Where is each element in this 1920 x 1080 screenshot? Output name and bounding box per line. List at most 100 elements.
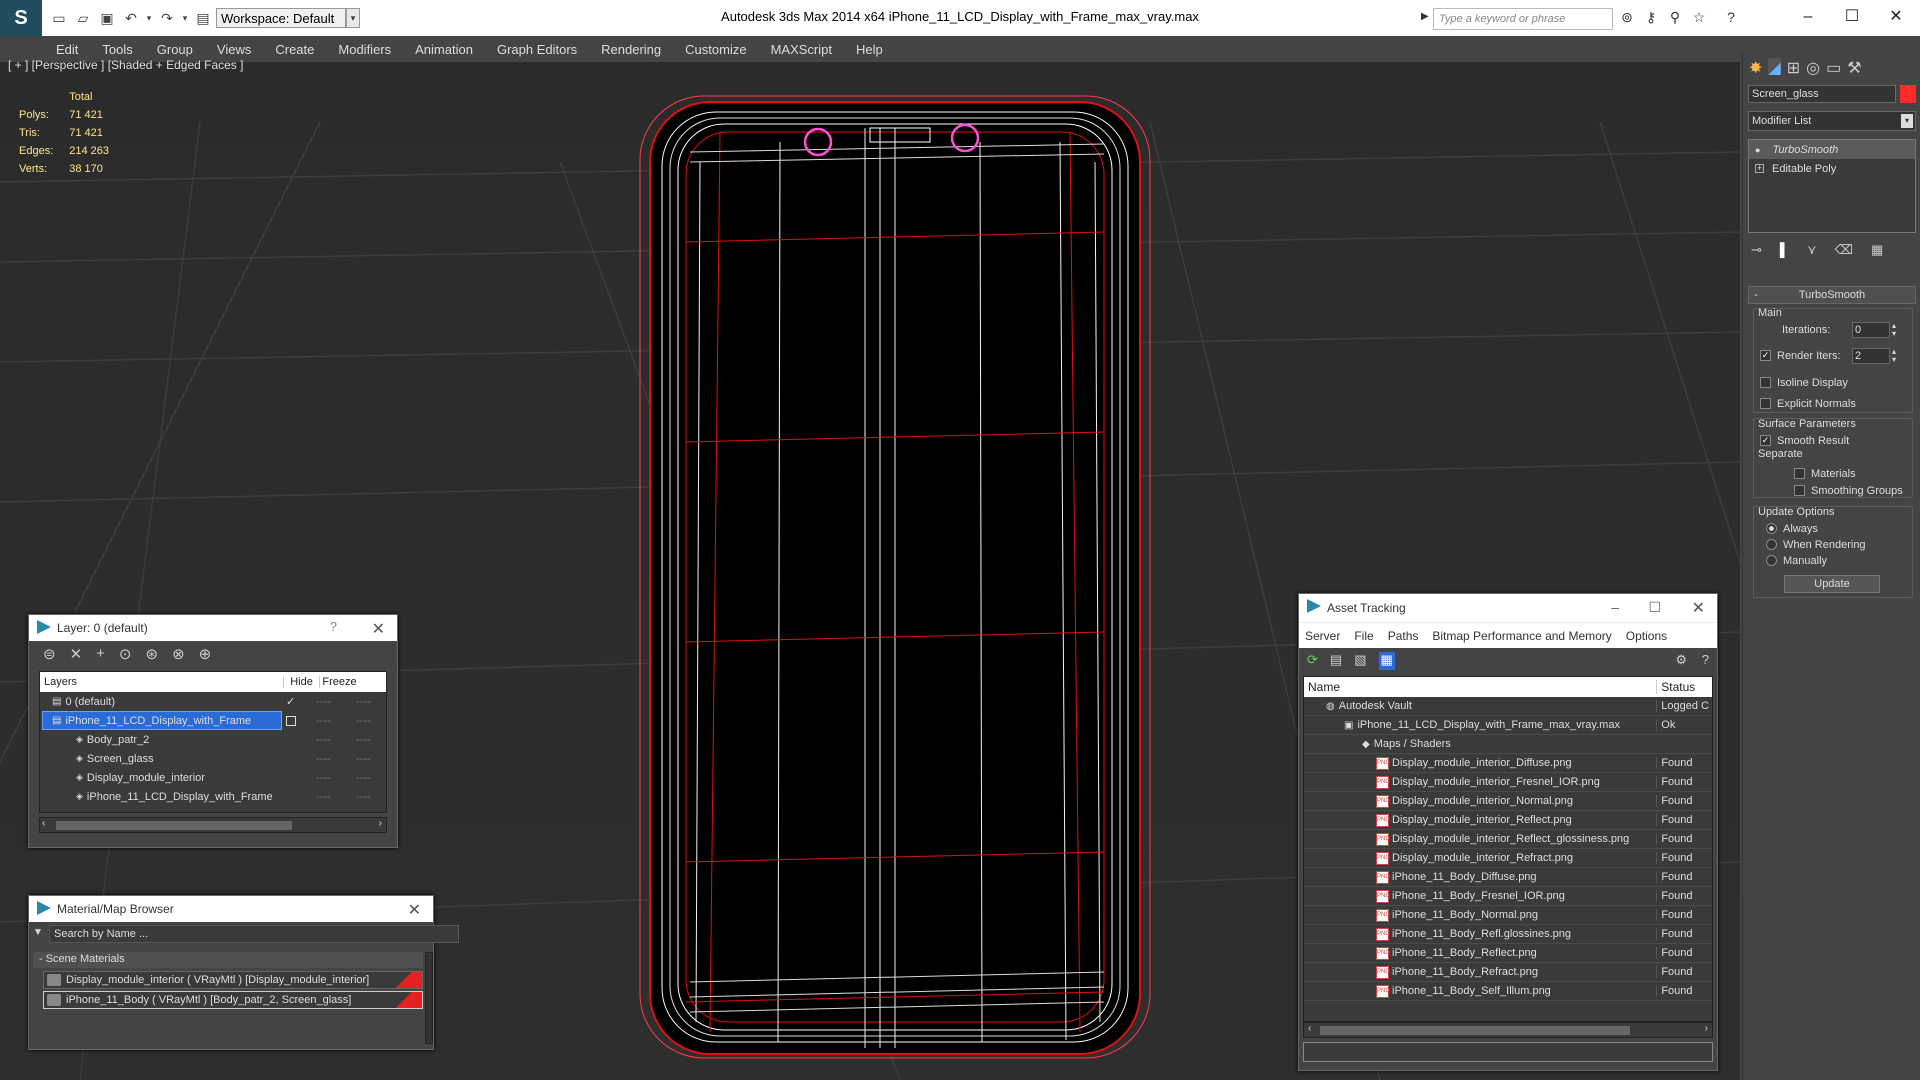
asset-row[interactable]: PNG Display_module_interior_Reflect.png Fo…: [1304, 811, 1712, 830]
remove-modifier-icon[interactable]: ⌫: [1835, 242, 1853, 258]
scroll-right-icon[interactable]: ›: [379, 818, 382, 829]
status-column-header[interactable]: Status: [1656, 680, 1712, 694]
pin-stack-icon[interactable]: ⊸: [1751, 242, 1762, 258]
search-input[interactable]: Type a keyword or phrase: [1433, 8, 1613, 30]
spinner-arrows-icon[interactable]: ▴ ▾: [1892, 322, 1896, 338]
utilities-tab-icon[interactable]: ⚒: [1847, 58, 1861, 77]
open-file-icon[interactable]: ▱: [72, 7, 94, 29]
object-name-field[interactable]: Screen_glass: [1748, 85, 1896, 103]
asset-row[interactable]: PNG Display_module_interior_Reflect_gloss…: [1304, 830, 1712, 849]
smoothing-groups-row[interactable]: Smoothing Groups: [1794, 481, 1903, 500]
hide-toggle[interactable]: ----: [316, 734, 331, 746]
object-row[interactable]: ◈ Display_module_interior ---- ----: [40, 768, 386, 787]
lightbulb-icon[interactable]: ●: [1755, 145, 1760, 155]
maximize-button[interactable]: ☐: [1648, 599, 1661, 616]
freeze-toggle[interactable]: ----: [356, 734, 371, 746]
help-icon[interactable]: ?: [330, 619, 337, 634]
thumbnail-view-icon[interactable]: ▧: [1354, 652, 1366, 670]
binoculars-icon[interactable]: ⊚: [1618, 9, 1636, 27]
menu-group[interactable]: Group: [157, 42, 193, 57]
always-radio[interactable]: [1766, 523, 1777, 534]
freeze-toggle[interactable]: ----: [356, 715, 371, 727]
spinner-arrows-icon[interactable]: ▴ ▾: [1892, 348, 1896, 364]
iterations-spinner[interactable]: 0: [1852, 322, 1890, 338]
menu-customize[interactable]: Customize: [685, 42, 746, 57]
undo-dropdown-icon[interactable]: ▾: [144, 7, 154, 29]
layers-column-header[interactable]: Layers: [40, 676, 283, 688]
asset-row[interactable]: ◍ Autodesk Vault Logged C: [1304, 697, 1712, 716]
scroll-right-icon[interactable]: ›: [1705, 1023, 1708, 1034]
hierarchy-tab-icon[interactable]: ⊞: [1787, 58, 1800, 77]
menu-options[interactable]: Options: [1626, 629, 1667, 643]
hide-toggle[interactable]: ----: [316, 772, 331, 784]
modifier-list-dropdown[interactable]: Modifier List ▾: [1748, 111, 1916, 131]
asset-row[interactable]: PNG iPhone_11_Body_Diffuse.png Found: [1304, 868, 1712, 887]
material-item[interactable]: iPhone_11_Body ( VRayMtl ) [Body_patr_2,…: [43, 991, 423, 1009]
turbosmooth-rollout-header[interactable]: - TurboSmooth: [1748, 286, 1916, 304]
star-icon[interactable]: ☆: [1690, 9, 1708, 27]
asset-row[interactable]: PNG iPhone_11_Body_Normal.png Found: [1304, 906, 1712, 925]
object-row[interactable]: ◈ iPhone_11_LCD_Display_with_Frame ---- ---…: [40, 787, 386, 806]
menu-help[interactable]: Help: [856, 42, 883, 57]
menu-rendering[interactable]: Rendering: [601, 42, 661, 57]
scrollbar-thumb[interactable]: [56, 821, 292, 830]
redo-icon[interactable]: ↷: [156, 7, 178, 29]
motion-tab-icon[interactable]: ◎: [1806, 58, 1820, 77]
material-item[interactable]: Display_module_interior ( VRayMtl ) [Dis…: [43, 971, 423, 989]
app-menu-button[interactable]: S: [0, 0, 42, 36]
list-view-icon[interactable]: ▤: [1330, 652, 1342, 670]
material-search-input[interactable]: Search by Name ...: [49, 925, 459, 943]
asset-row[interactable]: PNG iPhone_11_Body_Reflect.png Found: [1304, 944, 1712, 963]
vertical-scrollbar[interactable]: [425, 952, 433, 1044]
explicit-normals-row[interactable]: Explicit Normals: [1760, 394, 1856, 413]
satellite-icon[interactable]: ⚲: [1666, 9, 1684, 27]
menu-server[interactable]: Server: [1305, 629, 1340, 643]
save-icon[interactable]: ▣: [96, 7, 118, 29]
modify-tab-icon[interactable]: ◢: [1768, 58, 1781, 77]
menu-create[interactable]: Create: [275, 42, 314, 57]
menu-maxscript[interactable]: MAXScript: [771, 42, 832, 57]
freeze-toggle[interactable]: ----: [356, 791, 371, 803]
minimize-button[interactable]: –: [1788, 4, 1828, 30]
material-browser-titlebar[interactable]: Material/Map Browser ✕: [29, 896, 433, 922]
vault-login-icon[interactable]: ⚙: [1675, 652, 1687, 668]
new-file-icon[interactable]: ▭: [48, 7, 70, 29]
render-iters-spinner[interactable]: 2: [1852, 348, 1890, 364]
render-iters-checkbox[interactable]: ✓: [1760, 350, 1771, 361]
menu-bitmap-performance[interactable]: Bitmap Performance and Memory: [1432, 629, 1611, 643]
manually-row[interactable]: Manually: [1766, 551, 1827, 570]
horizontal-scrollbar[interactable]: ‹ ›: [1303, 1022, 1713, 1038]
project-folder-icon[interactable]: ▤: [192, 7, 214, 29]
select-objects-icon[interactable]: ⊙: [119, 645, 132, 665]
delete-layer-icon[interactable]: ✕: [70, 645, 83, 665]
freeze-all-icon[interactable]: ⊕: [199, 645, 212, 665]
viewport-label[interactable]: [ + ] [Perspective ] [Shaded + Edged Fac…: [8, 58, 243, 72]
make-unique-icon[interactable]: ⋎: [1807, 242, 1817, 258]
menu-modifiers[interactable]: Modifiers: [338, 42, 391, 57]
smoothing-groups-checkbox[interactable]: [1794, 485, 1805, 496]
asset-row[interactable]: PNG Display_module_interior_Refract.png Fo…: [1304, 849, 1712, 868]
asset-row[interactable]: PNG Display_module_interior_Fresnel_IOR.p…: [1304, 773, 1712, 792]
isoline-display-checkbox[interactable]: [1760, 377, 1771, 388]
name-column-header[interactable]: Name: [1304, 680, 1656, 694]
chevron-down-icon[interactable]: ▾: [346, 8, 360, 28]
layer-row[interactable]: ▤ 0 (default) ✓ ---- ----: [40, 692, 386, 711]
scrollbar-thumb[interactable]: [1320, 1026, 1630, 1035]
help-icon[interactable]: ?: [1702, 652, 1709, 667]
show-end-result-icon[interactable]: ▌: [1780, 242, 1789, 258]
asset-row[interactable]: ▣ iPhone_11_LCD_Display_with_Frame_max_vr…: [1304, 716, 1712, 735]
key-icon[interactable]: ⚷: [1642, 9, 1660, 27]
scroll-left-icon[interactable]: ‹: [1308, 1023, 1311, 1034]
stack-item-turbosmooth[interactable]: ● TurboSmooth: [1749, 140, 1915, 159]
scene-materials-group-header[interactable]: - Scene Materials: [33, 952, 423, 968]
undo-icon[interactable]: ↶: [120, 7, 142, 29]
redo-dropdown-icon[interactable]: ▾: [180, 7, 190, 29]
freeze-column-header[interactable]: Freeze: [319, 676, 359, 688]
new-layer-icon[interactable]: ⊜: [43, 645, 56, 665]
hide-toggle[interactable]: ----: [316, 696, 331, 708]
asset-row[interactable]: PNG Display_module_interior_Normal.png Fou…: [1304, 792, 1712, 811]
menu-tools[interactable]: Tools: [102, 42, 132, 57]
caret-right-icon[interactable]: ▶: [1421, 11, 1429, 22]
menu-file[interactable]: File: [1354, 629, 1373, 643]
freeze-toggle[interactable]: ----: [356, 753, 371, 765]
